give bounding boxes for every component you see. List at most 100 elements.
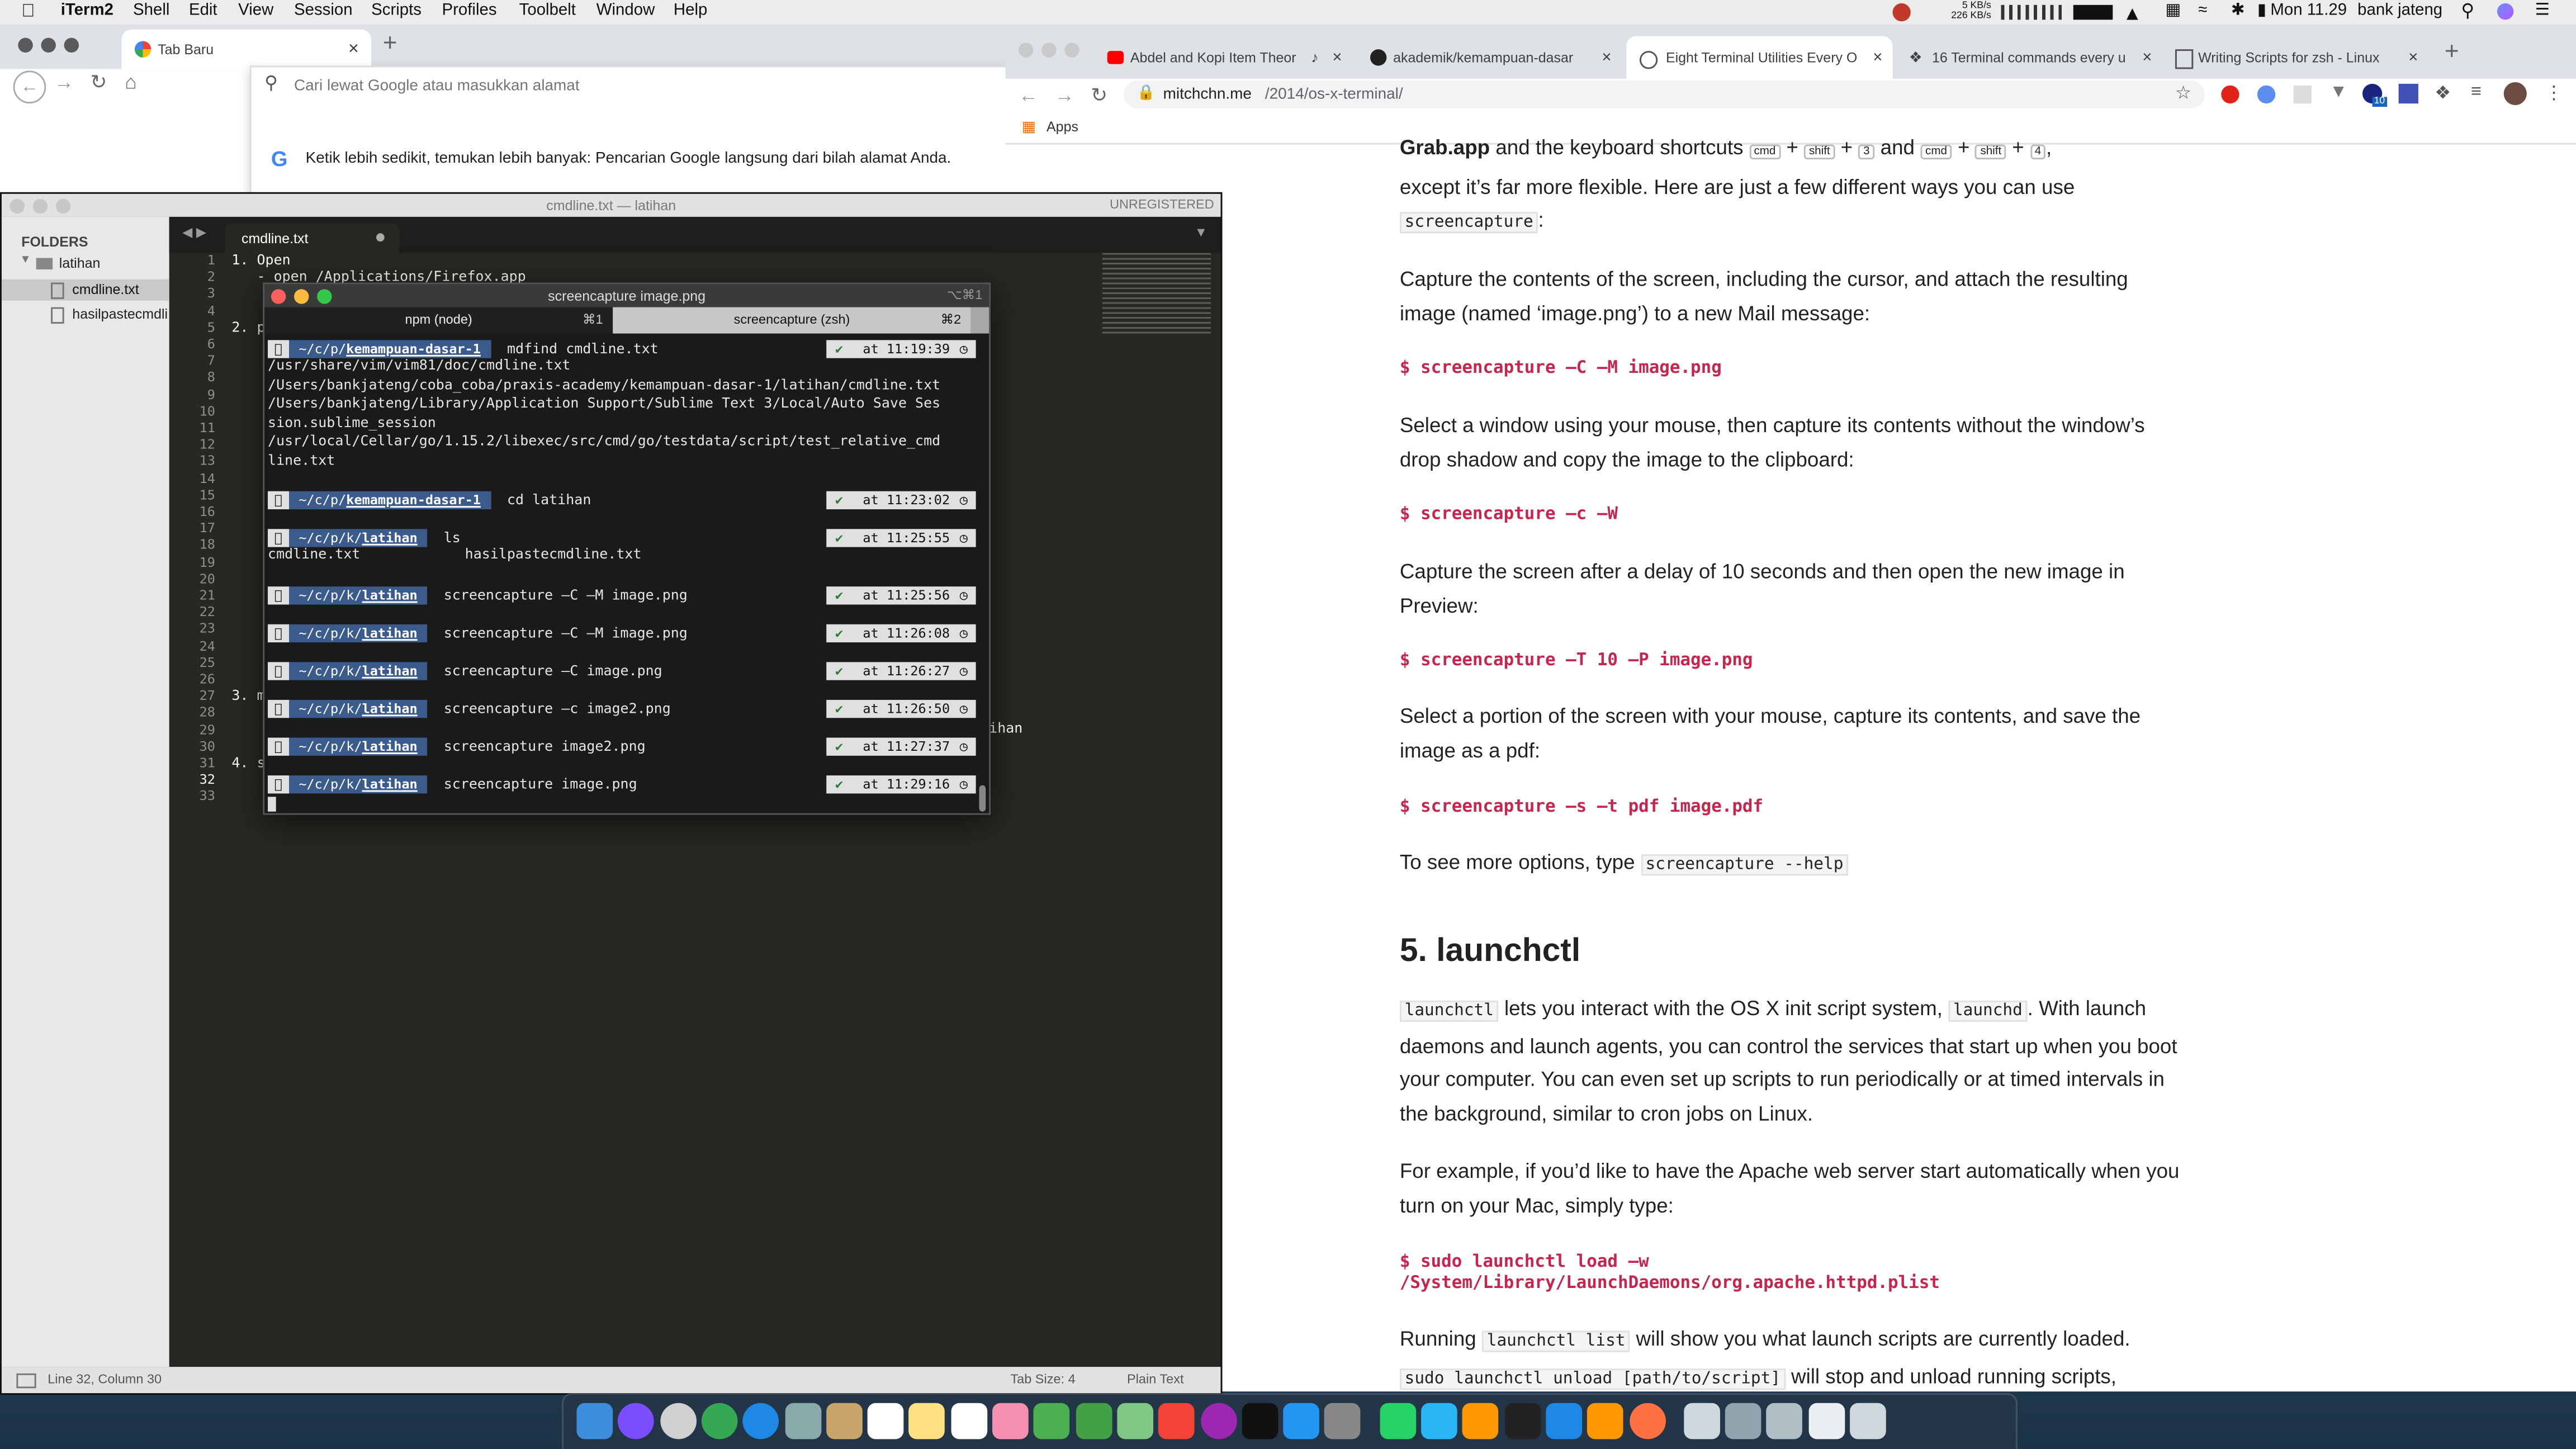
avatar[interactable] (2503, 82, 2527, 106)
wifi-icon[interactable]: ≈ (2198, 2, 2207, 20)
speaker-icon[interactable]: ♪ (1311, 36, 1318, 80)
new-tab-button[interactable] (970, 307, 989, 334)
close-tab-icon[interactable]: × (1332, 36, 1342, 80)
folder-icon[interactable] (1767, 1403, 1803, 1439)
omnibox-input[interactable] (291, 70, 988, 101)
menu-scripts[interactable]: Scripts (371, 2, 422, 20)
tab-github[interactable]: akademik/kemampuan-dasar × (1363, 36, 1617, 80)
close-tab-icon[interactable]: × (2142, 36, 2152, 80)
siri-icon[interactable] (618, 1403, 655, 1439)
minimize-window-button[interactable] (41, 37, 56, 53)
close-window-button[interactable] (18, 37, 33, 53)
documents-icon[interactable] (1683, 1403, 1720, 1439)
file-item-active[interactable]: cmdline.txt (1, 279, 169, 301)
back-button[interactable]: ← (13, 70, 46, 104)
tab-youtube[interactable]: Abdel and Kopi Item Theor ♪ × (1101, 36, 1347, 80)
downloads-icon[interactable] (1725, 1403, 1761, 1439)
extension-icon[interactable] (2293, 85, 2312, 104)
file-item[interactable]: hasilpastecmdli (2, 304, 169, 325)
telegram-icon[interactable] (1421, 1403, 1457, 1439)
tab-eight-terminal-utilities[interactable]: Eight Terminal Utilities Every O × (1626, 36, 1893, 81)
notion-icon[interactable]: ▲ (2123, 2, 2142, 25)
close-tab-icon[interactable]: × (1602, 36, 1611, 80)
podcasts-icon[interactable] (1200, 1403, 1237, 1439)
finder-icon[interactable] (576, 1403, 613, 1439)
sublime-icon[interactable] (1587, 1403, 1624, 1439)
menu-view[interactable]: View (238, 2, 273, 20)
tab-new-tab[interactable]: Tab Baru × (121, 29, 372, 69)
extension-icon[interactable]: ▼ (2329, 82, 2347, 102)
apple-menu-icon[interactable]:  (21, 2, 35, 21)
tab-cmdline[interactable]: cmdline.txt (225, 223, 400, 253)
safari-icon[interactable] (742, 1403, 779, 1439)
minimize-window-button[interactable] (294, 289, 309, 304)
whatsapp-icon[interactable] (1379, 1403, 1416, 1439)
omnibox-suggestion[interactable]: Ketik lebih sedikit, temukan lebih banya… (306, 149, 951, 167)
books-icon[interactable] (1462, 1403, 1499, 1439)
status-icon-a[interactable]: ▦ (2165, 2, 2181, 20)
spotlight-icon[interactable]: ⚲ (2461, 0, 2474, 21)
unsaved-dot-icon[interactable] (376, 233, 385, 242)
new-tab-button[interactable]: + (2445, 38, 2459, 66)
chevron-down-icon[interactable]: ▼ (20, 255, 31, 267)
messages-icon[interactable] (1034, 1403, 1071, 1439)
control-center-icon[interactable]: ☰ (2535, 2, 2550, 20)
close-window-button[interactable] (1019, 42, 1034, 58)
tab-screencapture-zsh[interactable]: screencapture (zsh) ⌘2 (613, 307, 971, 334)
home-button[interactable]: ⌂ (125, 70, 136, 93)
terminal-output[interactable]: ~/c/p/kemampuan-dasar-1mdfind cmdline.t… (264, 334, 989, 813)
syntax-mode[interactable]: Plain Text (1127, 1367, 1184, 1393)
trash-icon[interactable] (1850, 1403, 1886, 1439)
panel-toggle-icon[interactable] (16, 1373, 36, 1389)
bluetooth-icon[interactable]: ✱ (2231, 2, 2245, 20)
tab-nav-icon[interactable]: ◀ ▶ (182, 225, 206, 240)
menu-toolbelt[interactable]: Toolbelt (519, 2, 576, 20)
tab-size[interactable]: Tab Size: 4 (1010, 1367, 1075, 1393)
menu-profiles[interactable]: Profiles (442, 2, 497, 20)
menu-kebab-icon[interactable]: ⋮ (2545, 82, 2563, 103)
siri-icon[interactable] (2497, 3, 2514, 20)
zoom-window-button[interactable] (55, 198, 71, 214)
bookmark-star-icon[interactable]: ☆ (2175, 82, 2191, 103)
menu-edit[interactable]: Edit (189, 2, 217, 20)
maps-icon[interactable] (1117, 1403, 1153, 1439)
menu-shell[interactable]: Shell (133, 2, 169, 20)
minimize-window-button[interactable] (32, 198, 48, 214)
tab-dropdown-icon[interactable]: ▼ (1195, 225, 1208, 240)
reading-list-icon[interactable]: ≡ (2471, 82, 2482, 102)
back-button[interactable]: ← (1019, 84, 1038, 107)
window-icon[interactable] (1808, 1403, 1845, 1439)
menu-window[interactable]: Window (596, 2, 655, 20)
contacts-icon[interactable] (826, 1403, 863, 1439)
close-tab-icon[interactable]: × (1873, 36, 1882, 80)
zoom-window-button[interactable] (1064, 42, 1079, 58)
menu-help[interactable]: Help (674, 2, 707, 20)
status-record-icon[interactable] (1892, 3, 1911, 22)
calendar-icon[interactable] (867, 1403, 904, 1439)
music-icon[interactable] (1158, 1403, 1195, 1439)
minimap[interactable] (1102, 253, 1211, 335)
tab-writing-scripts-zsh[interactable]: Writing Scripts for zsh - Linux × (2168, 36, 2425, 80)
tv-icon[interactable] (1242, 1403, 1278, 1439)
close-window-button[interactable] (271, 289, 286, 304)
close-tab-icon[interactable]: × (2408, 36, 2418, 80)
photos-icon[interactable] (992, 1403, 1029, 1439)
forward-button[interactable]: → (54, 70, 74, 93)
settings-icon[interactable] (1324, 1403, 1361, 1439)
user-name[interactable]: bank jateng (2357, 2, 2442, 20)
terminal-icon[interactable] (1504, 1403, 1541, 1439)
clock[interactable]: Mon 11.29 (2270, 2, 2347, 20)
close-tab-icon[interactable]: × (348, 30, 359, 69)
tab-16-terminal-commands[interactable]: ❖ 16 Terminal commands every u × (1902, 36, 2158, 80)
zoom-window-button[interactable] (64, 37, 79, 53)
firefox-icon[interactable] (1628, 1403, 1665, 1439)
tab-npm-node[interactable]: npm (node) ⌘1 (264, 307, 613, 334)
opera-icon[interactable] (2221, 85, 2239, 104)
facetime-icon[interactable] (1075, 1403, 1112, 1439)
translate-icon[interactable] (2398, 83, 2418, 104)
close-window-button[interactable] (10, 198, 25, 214)
reminders-icon[interactable] (950, 1403, 987, 1439)
apps-grid-icon[interactable]: ▦ (1022, 119, 1036, 136)
scrollbar[interactable] (979, 785, 986, 812)
launchpad-icon[interactable] (660, 1403, 696, 1439)
